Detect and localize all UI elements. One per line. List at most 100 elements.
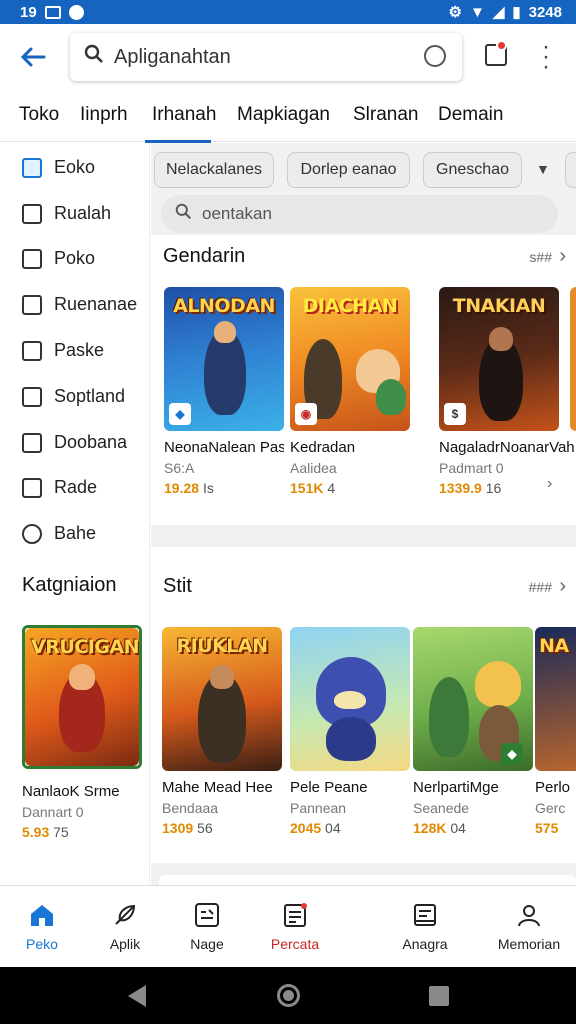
sidebar-app-card[interactable]: VRUCIGAN — [22, 625, 142, 769]
app-developer: S6:A — [164, 460, 195, 476]
check-box-icon — [22, 203, 42, 224]
search-icon — [175, 203, 192, 225]
app-title: Perlo — [535, 779, 571, 796]
system-recents-icon[interactable] — [429, 986, 449, 1006]
app-developer: Bendaaa — [162, 800, 219, 816]
chevron-right-icon[interactable]: › — [559, 245, 566, 268]
status-time: 19 — [20, 3, 37, 21]
app-rating: 128K 04 — [413, 820, 466, 836]
sidebar-item-ruenanae[interactable]: Ruenanae — [22, 294, 137, 315]
app-card[interactable]: TNAKIAN $ NagaladrNoanarVah. Padmart 0 1… — [439, 287, 576, 496]
app-badge-icon: ◉ — [295, 403, 317, 425]
app-title: NeonaNalean Pash — [164, 439, 284, 456]
app-title: NanlaoK Srme — [22, 783, 120, 800]
filter-chip[interactable]: Dorlep eanao — [287, 152, 410, 188]
sidebar-item-rade[interactable]: Rade — [22, 477, 97, 498]
app-thumbnail: ALNODAN ◆ — [164, 287, 284, 431]
sidebar-item-poko[interactable]: Poko — [22, 248, 95, 269]
character-figure — [429, 677, 469, 757]
secondary-search-input[interactable]: oentakan — [161, 195, 558, 233]
chevron-right-icon[interactable]: › — [547, 475, 552, 493]
tab-demain[interactable]: Demain — [438, 104, 503, 126]
voice-search-icon[interactable] — [424, 45, 446, 67]
search-query: Apliganahtan — [114, 45, 231, 68]
battery-icon: ▮ — [512, 4, 521, 21]
app-art-title: DIACHAN — [302, 295, 398, 317]
chevron-right-icon[interactable]: › — [559, 575, 566, 598]
character-head — [489, 327, 513, 351]
tab-mapkiagan[interactable]: Mapkiagan — [237, 104, 330, 126]
app-title: Mahe Mead Hee — [162, 779, 273, 796]
sidebar-item-doobana[interactable]: Doobana — [22, 432, 127, 453]
system-back-icon[interactable] — [128, 985, 146, 1007]
character-head — [210, 665, 234, 689]
sidebar-item-rualah[interactable]: Rualah — [22, 203, 111, 224]
app-thumbnail: TNAKIAN $ — [439, 287, 559, 431]
messenger-icon — [68, 4, 84, 20]
app-card[interactable]: Pele Peane Pannean 2045 04 — [290, 627, 410, 836]
nav-nage[interactable]: Nage — [162, 902, 252, 952]
filter-chip[interactable]: Nelackalanes — [154, 152, 274, 188]
sidebar-item-paske[interactable]: Paske — [22, 340, 104, 361]
system-home-icon[interactable] — [277, 984, 300, 1007]
nav-percata[interactable]: Percata — [250, 902, 340, 952]
app-card[interactable]: ◆ NerlpartiMge Seanede 128K 04 — [413, 627, 533, 836]
more-options-icon[interactable]: · · · — [540, 35, 552, 79]
signal-icon: ◢ — [492, 4, 505, 21]
status-clock: 3248 — [528, 3, 562, 21]
section-more-link[interactable]: s## — [529, 249, 552, 265]
app-card[interactable]: DIACHAN ◉ Kedradan Aalidea 151K 4 — [290, 287, 410, 496]
app-rating: 19.28 Is — [164, 480, 214, 496]
app-card[interactable]: RIUKLAN Mahe Mead Hee Bendaaa 1309 56 — [162, 627, 282, 836]
search-icon — [84, 44, 104, 70]
main-content: Nelackalanes Dorlep eanao Gneschao ▼ oen… — [151, 143, 576, 887]
sidebar-item-bahe[interactable]: Bahe — [22, 523, 96, 544]
nav-label: Peko — [26, 936, 58, 952]
app-rating: 1309 56 — [162, 820, 213, 836]
character-head — [214, 321, 236, 343]
account-icon — [516, 902, 542, 928]
app-thumbnail: DIACHAN ◉ — [290, 287, 410, 431]
sidebar-item-eoko[interactable]: Eoko — [22, 157, 95, 178]
sidebar-item-label: Bahe — [54, 523, 97, 543]
search-bar[interactable]: Apliganahtan — [70, 33, 462, 81]
nav-memorian[interactable]: Memorian — [484, 902, 574, 952]
document-icon — [282, 902, 308, 928]
app-card[interactable]: NA Perlo Gerc 575 — [535, 627, 576, 836]
sidebar-item-label: Eoko — [54, 157, 96, 177]
system-navigation-bar — [0, 967, 576, 1024]
nav-peko[interactable]: Peko — [0, 902, 87, 952]
app-badge-icon: ◆ — [169, 403, 191, 425]
chevron-down-icon[interactable]: ▼ — [536, 161, 550, 177]
filter-chip-partial[interactable] — [565, 152, 576, 188]
app-badge-icon: ◆ — [501, 743, 523, 765]
app-rating: 575 — [535, 820, 559, 836]
app-developer: Gerc — [535, 800, 566, 816]
nav-label: Percata — [270, 936, 320, 952]
app-rating: 5.93 75 — [22, 824, 69, 840]
tab-slranan[interactable]: Slranan — [353, 104, 419, 126]
app-rating: 2045 04 — [290, 820, 341, 836]
tab-irhanah[interactable]: Irhanah — [152, 104, 216, 126]
app-card[interactable]: ALNODAN ◆ NeonaNalean Pash S6:A 19.28 Is — [164, 287, 284, 496]
app-developer: Padmart 0 — [439, 460, 504, 476]
app-developer: Pannean — [290, 800, 347, 816]
sidebar-item-soptland[interactable]: Soptland — [22, 386, 125, 407]
category-sidebar: Eoko Rualah Poko Ruenanae Paske Soptland… — [0, 143, 150, 885]
chart-icon — [22, 432, 42, 453]
section-title: Stit — [163, 575, 192, 597]
app-rating: 151K 4 — [290, 480, 336, 496]
square-icon — [22, 386, 42, 407]
clock-icon — [22, 523, 42, 544]
section-more-link[interactable]: ### — [529, 579, 552, 595]
tab-iinprh[interactable]: Iinprh — [80, 104, 128, 126]
nav-aplik[interactable]: Aplik — [80, 902, 170, 952]
back-arrow-icon[interactable] — [18, 42, 48, 72]
filter-chip[interactable]: Gneschao — [423, 152, 522, 188]
app-badge-icon: $ — [444, 403, 466, 425]
tab-toko[interactable]: Toko — [19, 104, 59, 126]
app-art-title: ALNODAN — [173, 295, 275, 317]
sidebar-item-label: Poko — [54, 248, 96, 268]
notification-dot — [496, 40, 507, 51]
nav-anagra[interactable]: Anagra — [380, 902, 470, 952]
